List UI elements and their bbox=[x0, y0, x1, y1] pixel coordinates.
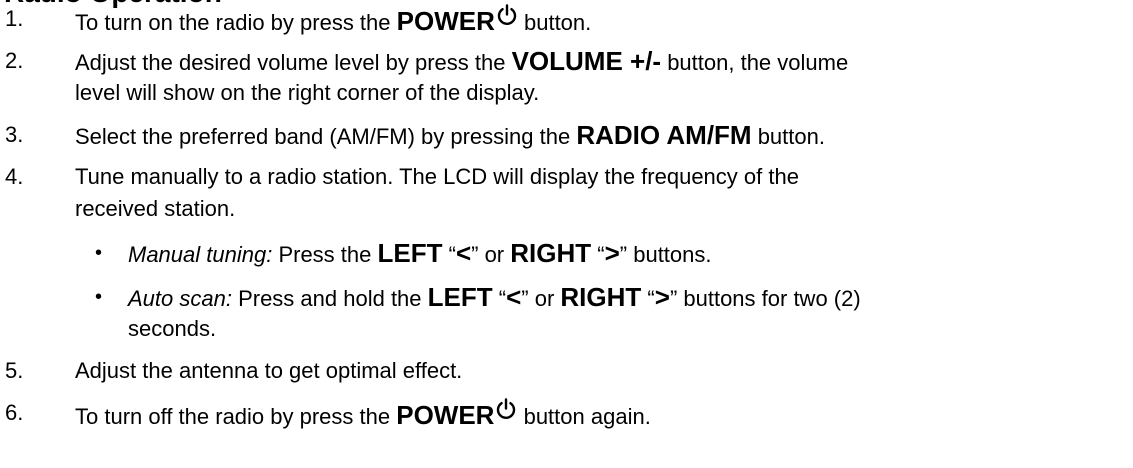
sub-step-text-part: ” buttons for two (2) bbox=[669, 286, 861, 311]
left-arrow-symbol: < bbox=[506, 282, 522, 312]
bullet-icon: • bbox=[95, 242, 103, 264]
step-number: 4. bbox=[5, 164, 24, 189]
power-key-label: POWER bbox=[396, 6, 495, 36]
sub-step-text-part: ” buttons. bbox=[619, 242, 712, 267]
step-number: 2. bbox=[5, 48, 24, 73]
right-arrow-symbol: > bbox=[604, 238, 620, 268]
volume-key-label: VOLUME +/- bbox=[511, 46, 662, 76]
sub-step-text: Manual tuning: Press the LEFT “<” or RIG… bbox=[128, 238, 712, 270]
step-text: Adjust the antenna to get optimal effect… bbox=[75, 358, 463, 383]
left-key-label: LEFT bbox=[427, 282, 493, 312]
radio-band-key-label: RADIO AM/FM bbox=[576, 120, 752, 150]
step-text-after: button again. bbox=[517, 404, 651, 429]
left-key-label: LEFT bbox=[377, 238, 443, 268]
sub-step-continuation-text: seconds. bbox=[128, 316, 217, 341]
sub-step-text: Auto scan: Press and hold the LEFT “<” o… bbox=[128, 282, 861, 314]
sub-step-label: Auto scan: bbox=[128, 286, 232, 311]
step-text-before: To turn on the radio by press the bbox=[75, 10, 397, 35]
right-arrow-symbol: > bbox=[654, 282, 670, 312]
step-number: 3. bbox=[5, 122, 24, 147]
step-text-after: button. bbox=[751, 124, 825, 149]
sub-step-text-part: “ bbox=[492, 286, 507, 311]
bullet-icon: • bbox=[95, 286, 103, 308]
sub-step-label: Manual tuning: bbox=[128, 242, 273, 267]
step-text-before: To turn off the radio by press the bbox=[75, 404, 397, 429]
step-number: 6. bbox=[5, 400, 24, 425]
step-text: To turn on the radio by press the POWER … bbox=[75, 4, 591, 38]
right-key-label: RIGHT bbox=[510, 238, 592, 268]
step-text-before: Select the preferred band (AM/FM) by pre… bbox=[75, 124, 577, 149]
sub-step-text-part: “ bbox=[641, 286, 655, 311]
step-continuation-text: level will show on the right corner of t… bbox=[75, 80, 540, 105]
power-key-label: POWER bbox=[396, 400, 495, 430]
sub-step-text-part: ” or bbox=[521, 286, 561, 311]
step-text-after: button, the volume bbox=[661, 50, 849, 75]
step-text: Adjust the desired volume level by press… bbox=[75, 46, 848, 78]
step-number: 1. bbox=[5, 6, 24, 31]
step-text: Select the preferred band (AM/FM) by pre… bbox=[75, 120, 825, 152]
step-continuation-text: received station. bbox=[75, 196, 236, 221]
right-key-label: RIGHT bbox=[560, 282, 642, 312]
step-text-after: button. bbox=[517, 10, 592, 35]
step-number: 5. bbox=[5, 358, 24, 383]
sub-step-text-part: “ bbox=[591, 242, 605, 267]
sub-step-text-part: “ bbox=[442, 242, 456, 267]
sub-step-text-part: Press and hold the bbox=[231, 286, 428, 311]
sub-step-text-part: Press the bbox=[272, 242, 378, 267]
step-text: Tune manually to a radio station. The LC… bbox=[75, 164, 799, 189]
step-text: To turn off the radio by press the POWER… bbox=[75, 398, 651, 432]
power-icon bbox=[497, 398, 516, 420]
sub-step-text-part: ” or bbox=[471, 242, 511, 267]
step-text-before: Adjust the desired volume level by press… bbox=[75, 50, 512, 75]
left-arrow-symbol: < bbox=[455, 238, 472, 268]
power-icon bbox=[497, 4, 517, 26]
